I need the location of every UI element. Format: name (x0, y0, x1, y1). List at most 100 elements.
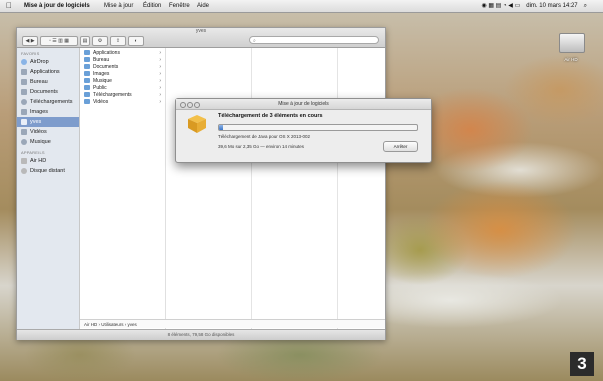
arrange-button[interactable]: ▤ (80, 36, 90, 46)
app-menu[interactable]: Mise à jour de logiciels (24, 0, 90, 12)
finder-toolbar: yves ◀ ▶ ▫ ☰ ▥ ▦ ▤ ⚙ ⇪ ◐ ⌕ (17, 28, 385, 48)
hard-drive-icon[interactable] (559, 33, 585, 53)
menu-edition[interactable]: Édition (143, 0, 161, 12)
sidebar-item-bureau[interactable]: Bureau (17, 77, 79, 87)
folder-icon (84, 92, 90, 97)
menu-bar:  Mise à jour de logiciels Mise à jour É… (0, 0, 603, 13)
path-item[interactable]: Air HD (84, 322, 97, 327)
dialog-subtitle: Téléchargement de Java pour OS X 2013-00… (218, 134, 311, 139)
folder-icon (84, 78, 90, 83)
chevron-right-icon: › (159, 91, 161, 98)
item-label: Téléchargements (93, 91, 132, 98)
clock[interactable]: dim. 10 mars 14:27 (526, 0, 577, 12)
finder-column-2 (166, 48, 252, 329)
item-label: Musique (93, 77, 112, 84)
finder-sidebar: FAVORIS AirDrop Applications Bureau Docu… (17, 48, 80, 329)
stop-button[interactable]: Arrêter (383, 141, 418, 152)
search-field[interactable]: ⌕ (249, 36, 379, 44)
chevron-right-icon: › (159, 63, 161, 70)
sidebar-item-label: Documents (30, 89, 58, 95)
chevron-right-icon: › (159, 84, 161, 91)
chevron-right-icon: › (159, 56, 161, 63)
folder-icon (84, 71, 90, 76)
list-item[interactable]: Vidéos › (80, 98, 165, 105)
sidebar-item-air-hd[interactable]: Air HD (17, 156, 79, 166)
sidebar-item-label: yves (30, 119, 42, 125)
software-update-box-icon (188, 115, 206, 133)
sidebar-item-label: Air HD (30, 158, 47, 164)
dialog-title: Mise à jour de logiciels (278, 101, 329, 107)
sidebar-item-yves[interactable]: yves (17, 117, 79, 127)
list-item[interactable]: Téléchargements › (80, 91, 165, 98)
folder-icon (84, 50, 90, 55)
tags-button[interactable]: ◐ (128, 36, 144, 46)
folder-icon (84, 57, 90, 62)
minimize-icon[interactable] (187, 102, 193, 108)
list-item[interactable]: Bureau › (80, 56, 165, 63)
sidebar-item-airdrop[interactable]: AirDrop (17, 57, 79, 67)
item-label: Images (93, 70, 110, 77)
download-size-text: 39,6 Mo sur 2,35 Go — environ 14 minutes (218, 144, 305, 149)
sidebar-item-label: Applications (30, 69, 60, 75)
menu-mise-a-jour[interactable]: Mise à jour (104, 0, 133, 12)
list-item[interactable]: Images › (80, 70, 165, 77)
sidebar-item-documents[interactable]: Documents (17, 87, 79, 97)
sidebar-item-telechargements[interactable]: Téléchargements (17, 97, 79, 107)
folder-icon (84, 85, 90, 90)
dialog-heading: Téléchargement de 3 éléments en cours (218, 113, 323, 119)
item-label: Documents (93, 63, 119, 70)
applications-icon (21, 69, 27, 75)
path-bar: Air HD › Utilisateurs › yves (80, 319, 385, 328)
desktop-icon (21, 79, 27, 85)
camera-icon (21, 109, 27, 115)
sidebar-item-label: Disque distant (30, 168, 65, 174)
desktop-hd-label[interactable]: Air HD (556, 57, 586, 62)
document-icon (21, 89, 27, 95)
sidebar-item-images[interactable]: Images (17, 107, 79, 117)
sidebar-item-label: AirDrop (30, 59, 49, 65)
back-forward-button[interactable]: ◀ ▶ (22, 36, 38, 46)
list-item[interactable]: Musique › (80, 77, 165, 84)
status-bar: 8 éléments, 79,58 Go disponibles (17, 329, 385, 340)
zoom-icon[interactable] (194, 102, 200, 108)
dialog-titlebar: Mise à jour de logiciels (176, 99, 431, 110)
action-button[interactable]: ⚙ (92, 36, 108, 46)
menu-fenetre[interactable]: Fenêtre (169, 0, 190, 12)
progress-fill (219, 125, 223, 130)
sidebar-item-label: Images (30, 109, 49, 115)
sidebar-item-disque-distant[interactable]: Disque distant (17, 166, 79, 176)
finder-title: yves (195, 28, 207, 34)
sidebar-header-devices: APPAREILS (21, 150, 45, 155)
download-icon (21, 99, 27, 105)
list-item[interactable]: Applications › (80, 49, 165, 56)
finder-column-1: Applications › Bureau › Documents › Images ›… (80, 48, 166, 329)
software-update-dialog: Mise à jour de logiciels Téléchargement … (175, 98, 432, 163)
search-icon: ⌕ (253, 38, 256, 44)
sidebar-item-label: Téléchargements (30, 99, 73, 105)
path-item[interactable]: yves (128, 322, 137, 327)
sidebar-item-label: Vidéos (30, 129, 47, 135)
list-item[interactable]: Documents › (80, 63, 165, 70)
apple-menu-icon[interactable]:  (6, 0, 12, 12)
step-number-badge: 3 (570, 352, 594, 376)
download-progress-bar (218, 124, 418, 131)
view-mode-buttons[interactable]: ▫ ☰ ▥ ▦ (40, 36, 78, 46)
disc-icon (21, 168, 27, 174)
status-icons[interactable]: ◉ ▦ ▤ ◔ ◀ ▭ (481, 0, 520, 12)
menu-aide[interactable]: Aide (197, 0, 209, 12)
share-button[interactable]: ⇪ (110, 36, 126, 46)
sidebar-item-applications[interactable]: Applications (17, 67, 79, 77)
path-item[interactable]: Utilisateurs (101, 322, 123, 327)
music-note-icon (21, 139, 27, 145)
search-icon[interactable]: ⌕ (584, 0, 587, 12)
sidebar-item-musique[interactable]: Musique (17, 137, 79, 147)
close-icon[interactable] (180, 102, 186, 108)
sidebar-item-videos[interactable]: Vidéos (17, 127, 79, 137)
chevron-right-icon: › (159, 98, 161, 105)
sidebar-item-label: Bureau (30, 79, 48, 85)
sidebar-item-label: Musique (30, 139, 51, 145)
chevron-right-icon: › (159, 77, 161, 84)
chevron-right-icon: › (159, 70, 161, 77)
list-item[interactable]: Public › (80, 84, 165, 91)
finder-column-3 (252, 48, 338, 329)
